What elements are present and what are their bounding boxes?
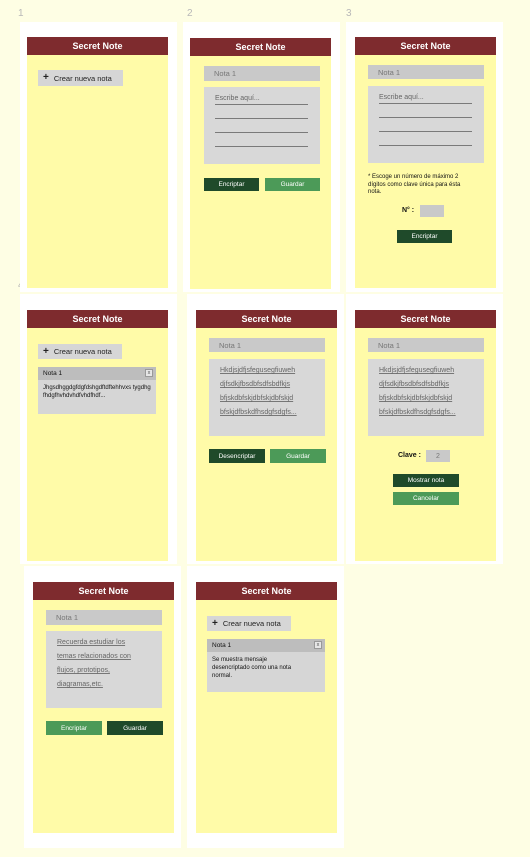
encrypt-button[interactable]: Encriptar	[46, 721, 102, 735]
plus-icon: +	[212, 617, 218, 629]
screen-number-2: 2	[187, 8, 193, 19]
save-button[interactable]: Guardar	[270, 449, 326, 463]
app-header: Secret Note	[355, 37, 496, 55]
app-header: Secret Note	[33, 582, 174, 600]
app-header: Secret Note	[196, 310, 337, 328]
key-input[interactable]	[420, 205, 444, 217]
encrypted-line: bfjskdbfskjdbfskjdbfskjd	[379, 395, 453, 402]
body-placeholder: Escribe aquí...	[215, 95, 260, 102]
decrypted-message: Se muestra mensaje desencriptado como un…	[212, 657, 292, 679]
encrypted-line: Hkdjsjdfjsfegusegfiuweh	[379, 367, 455, 374]
screen-8: Secret Note + Crear nueva nota Nota 1 x …	[196, 582, 337, 833]
encrypted-line: djfsdkjfbsdbfsdfsbdfkjs	[220, 381, 291, 388]
note-line: temas relacionados con	[57, 653, 131, 660]
encrypted-line: bfskjdfbskdfhsdgfsdgfs...	[220, 409, 297, 416]
encrypt-button[interactable]: Encriptar	[204, 178, 259, 191]
create-note-label: Crear nueva nota	[53, 347, 112, 356]
encrypt-button[interactable]: Encriptar	[397, 230, 452, 243]
key-label: N° :	[402, 207, 415, 214]
screen-number-3: 3	[346, 8, 352, 19]
screen-1: Secret Note + Crear nueva nota	[27, 37, 168, 288]
note-body-input[interactable]: Escribe aquí...	[368, 86, 484, 163]
text-line	[215, 104, 308, 105]
key-instruction: * Escoge un número de máximo 2 dígitos c…	[368, 174, 461, 195]
encrypted-line: djfsdkjfbsdbfsdfsbdfkjs	[379, 381, 450, 388]
plus-icon: +	[43, 345, 49, 357]
app-header: Secret Note	[27, 37, 168, 55]
cancel-button[interactable]: Cancelar	[393, 492, 459, 505]
note-card-title: Nota 1 x	[38, 367, 156, 380]
text-line	[379, 131, 472, 132]
encrypted-body[interactable]: Hkdjsjdfjsfegusegfiuweh djfsdkjfbsdbfsdf…	[368, 359, 484, 436]
screen-5: Secret Note Nota 1 Hkdjsjdfjsfegusegfiuw…	[196, 310, 337, 561]
screen-3: Secret Note Nota 1 Escribe aquí... * Esc…	[355, 37, 496, 288]
screen-6: Secret Note Nota 1 Hkdjsjdfjsfegusegfiuw…	[355, 310, 496, 561]
note-title-input[interactable]: Nota 1	[368, 338, 484, 352]
create-note-label: Crear nueva nota	[222, 619, 281, 628]
text-line	[215, 132, 308, 133]
key-label: Clave :	[398, 452, 421, 459]
text-line	[379, 117, 472, 118]
note-title-input[interactable]: Nota 1	[368, 65, 484, 79]
key-input[interactable]: 2	[426, 450, 450, 462]
note-title: Nota 1	[43, 370, 63, 377]
body-placeholder: Escribe aquí...	[379, 94, 424, 101]
app-header: Secret Note	[27, 310, 168, 328]
create-note-button[interactable]: + Crear nueva nota	[38, 344, 122, 359]
note-card-title: Nota 1 x	[207, 639, 325, 652]
note-body-input[interactable]: Recuerda estudiar los temas relacionados…	[46, 631, 162, 708]
encrypted-line: bfskjdfbskdfhsdgfsdgfs...	[379, 409, 456, 416]
decrypt-button[interactable]: Desencriptar	[209, 449, 265, 463]
decrypted-note-card[interactable]: Nota 1 x Se muestra mensaje desencriptad…	[207, 639, 325, 692]
create-note-label: Crear nueva nota	[53, 73, 112, 83]
encrypted-preview: Jhgsdhggdgfdgfdshgdftdftehhvxs tygdhgfhd…	[43, 385, 151, 399]
screen-2: Secret Note Nota 1 Escribe aquí... Encri…	[190, 38, 331, 289]
app-header: Secret Note	[355, 310, 496, 328]
note-line: Recuerda estudiar los	[57, 639, 126, 646]
note-body-input[interactable]: Escribe aquí...	[204, 87, 320, 164]
close-icon[interactable]: x	[314, 641, 322, 649]
note-title-input[interactable]: Nota 1	[46, 610, 162, 625]
note-title-input[interactable]: Nota 1	[204, 66, 320, 81]
encrypted-line: Hkdjsjdfjsfegusegfiuweh	[220, 367, 296, 374]
close-icon[interactable]: x	[145, 369, 153, 377]
save-button[interactable]: Guardar	[107, 721, 163, 735]
text-line	[215, 118, 308, 119]
encrypted-line: bfjskdbfskjdbfskjdbfskjd	[220, 395, 294, 402]
app-header: Secret Note	[190, 38, 331, 56]
app-header: Secret Note	[196, 582, 337, 600]
text-line	[379, 103, 472, 104]
note-title: Nota 1	[212, 642, 232, 649]
screen-4: Secret Note + Crear nueva nota Nota 1 x …	[27, 310, 168, 561]
create-note-button[interactable]: + Crear nueva nota	[207, 616, 291, 631]
create-note-button[interactable]: + Crear nueva nota	[38, 70, 123, 86]
screen-7: Secret Note Nota 1 Recuerda estudiar los…	[33, 582, 174, 833]
plus-icon: +	[43, 72, 49, 83]
note-line: flujos, prototipos,	[57, 667, 110, 674]
save-button[interactable]: Guardar	[265, 178, 320, 191]
encrypted-note-card[interactable]: Nota 1 x Jhgsdhggdgfdgfdshgdftdftehhvxs …	[38, 367, 156, 414]
note-title-input[interactable]: Nota 1	[209, 338, 325, 352]
show-note-button[interactable]: Mostrar nota	[393, 474, 459, 487]
text-line	[379, 145, 472, 146]
note-line: diagramas,etc.	[57, 681, 103, 688]
text-line	[215, 146, 308, 147]
encrypted-body[interactable]: Hkdjsjdfjsfegusegfiuweh djfsdkjfbsdbfsdf…	[209, 359, 325, 436]
screen-number-1: 1	[18, 8, 24, 19]
